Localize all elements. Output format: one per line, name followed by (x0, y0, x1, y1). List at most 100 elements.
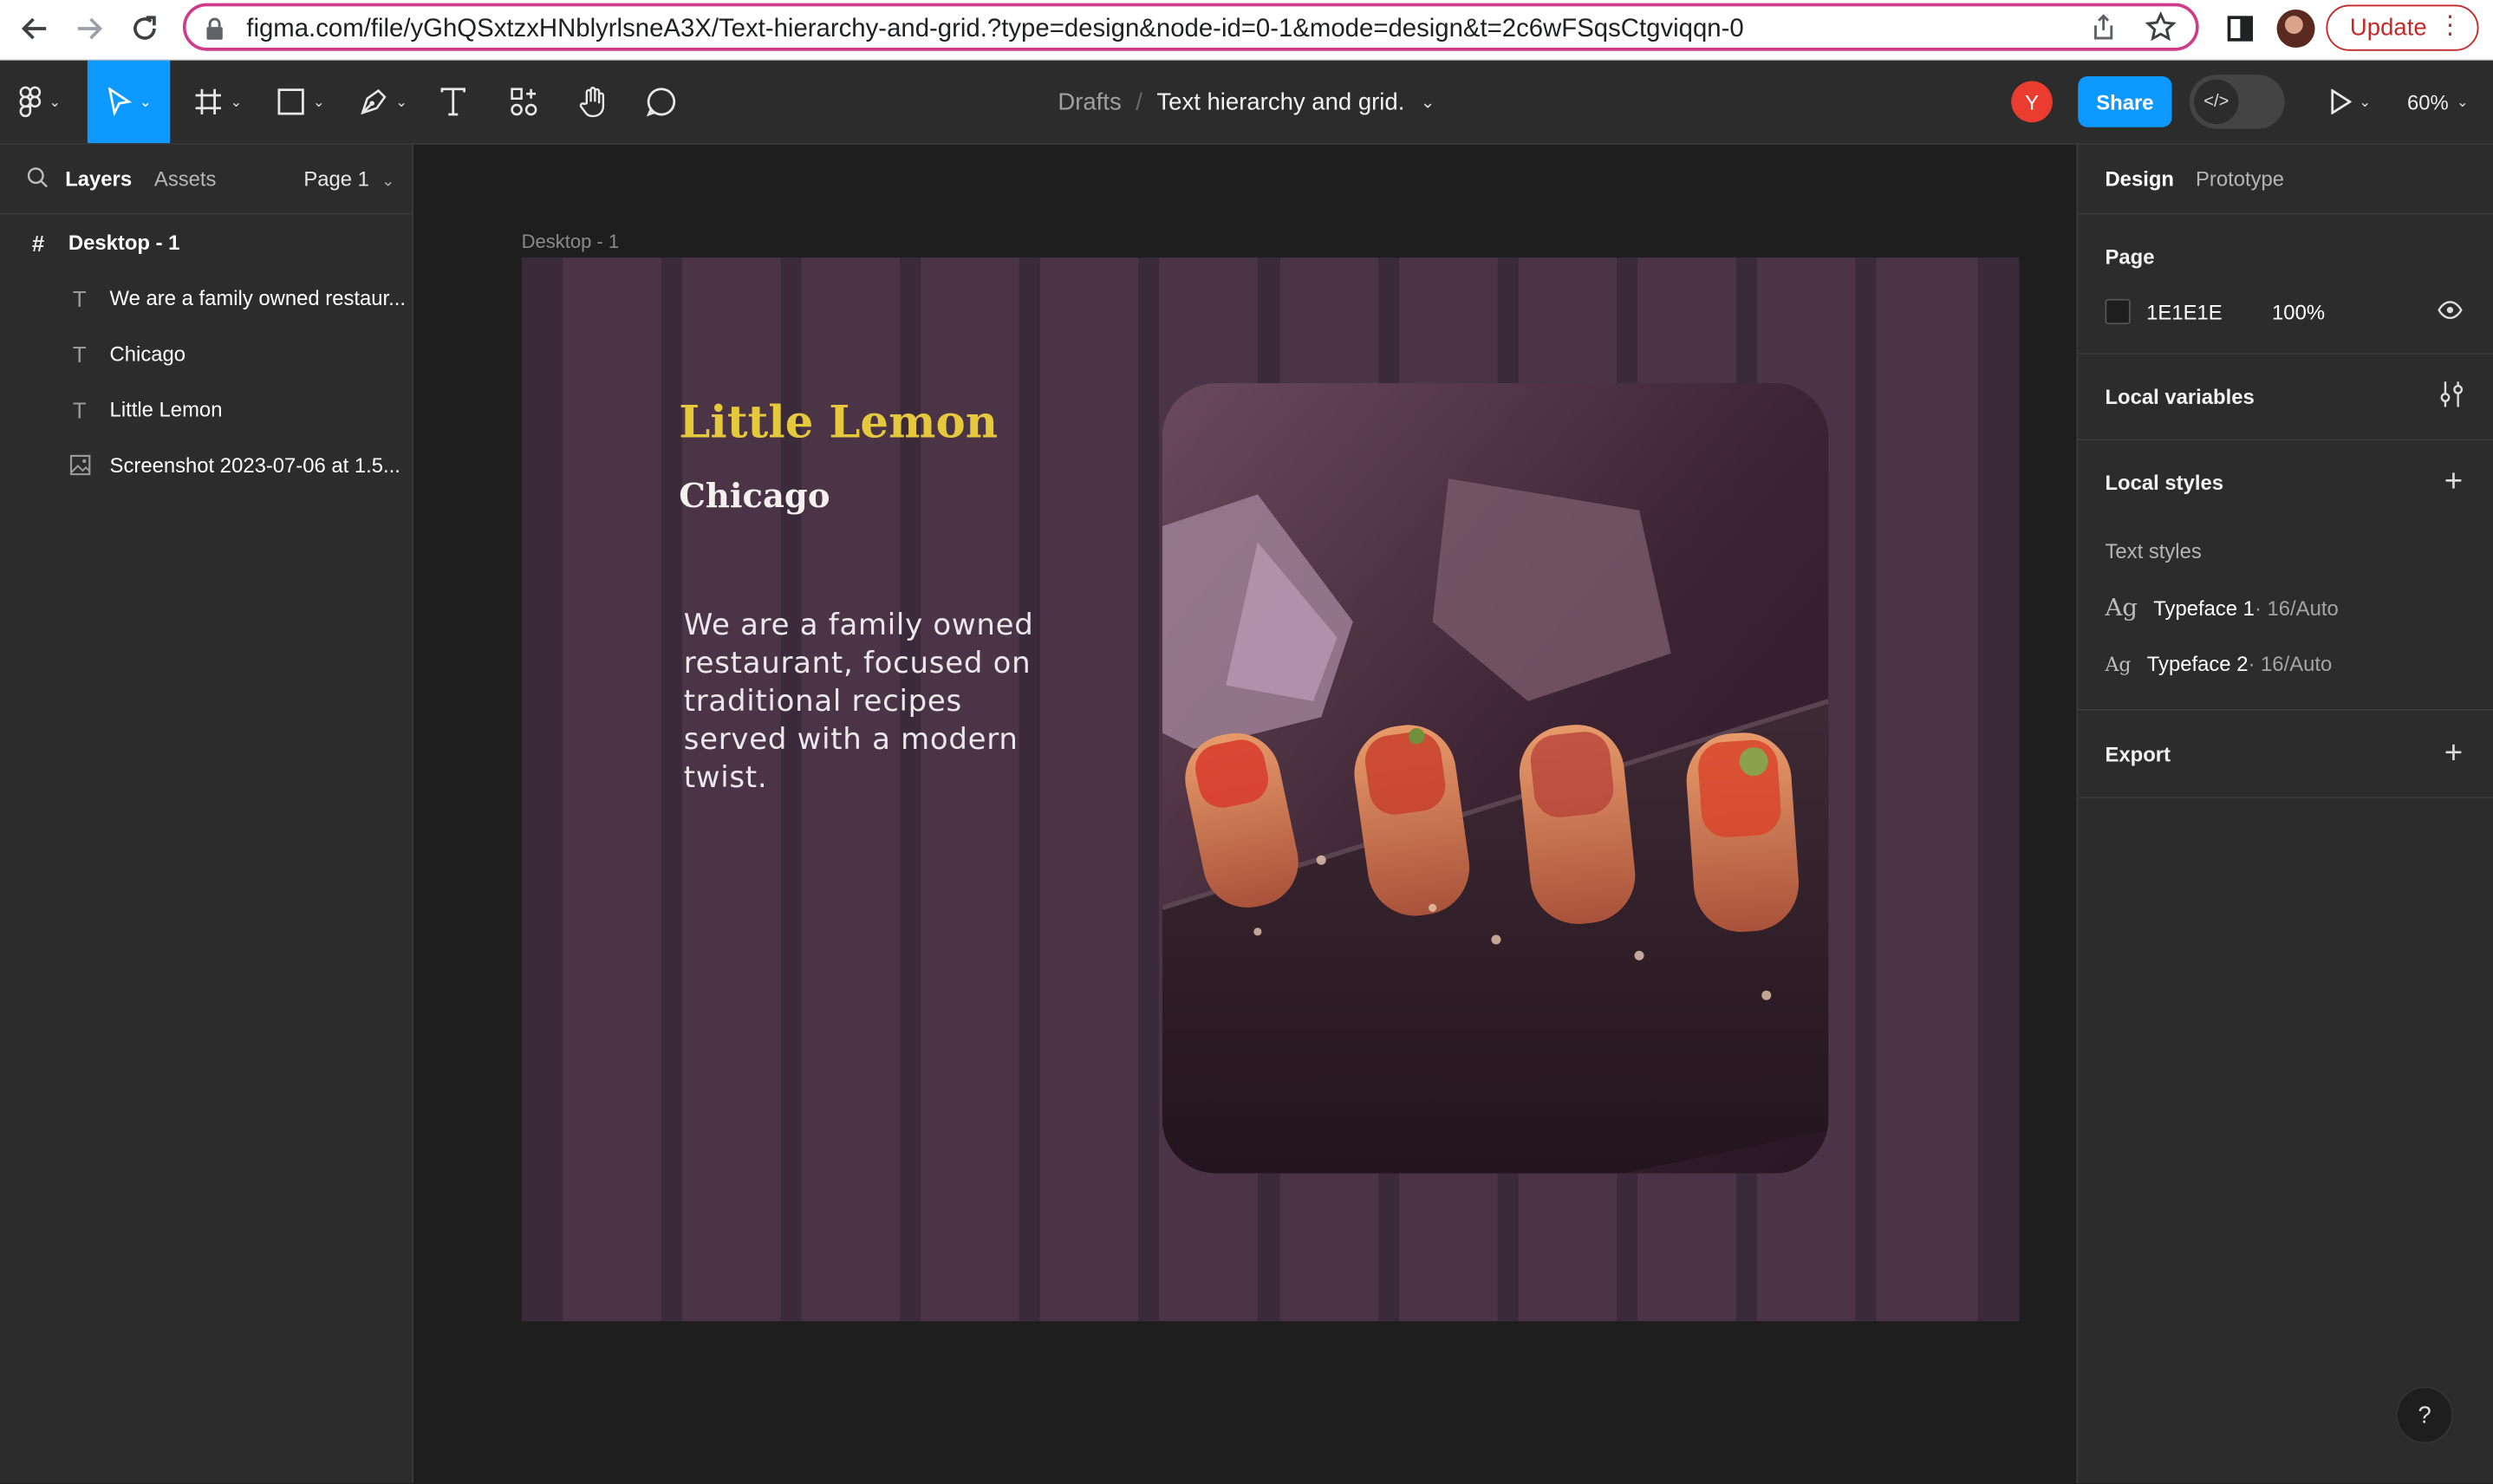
share-page-icon[interactable] (2089, 13, 2118, 47)
update-button[interactable]: Update ⋮ (2326, 4, 2479, 51)
shape-tool-button[interactable]: ⌄ (261, 61, 341, 143)
profile-avatar[interactable] (2276, 10, 2315, 49)
lock-icon (205, 17, 225, 40)
image-layer-icon (68, 454, 91, 477)
share-button[interactable]: Share (2078, 76, 2172, 127)
zoom-level: 60% (2406, 89, 2449, 114)
frame-label[interactable]: Desktop - 1 (522, 231, 620, 253)
tab-prototype[interactable]: Prototype (2196, 167, 2284, 192)
page-color-swatch[interactable] (2105, 298, 2131, 325)
chevron-down-icon: ⌄ (49, 93, 62, 109)
figma-logo-icon (19, 86, 41, 118)
play-icon (2330, 88, 2352, 115)
file-name[interactable]: Text hierarchy and grid. (1156, 88, 1404, 115)
chevron-down-icon: ⌄ (139, 93, 152, 109)
text-layer-icon: T (72, 285, 87, 311)
layout-grid-column (563, 257, 662, 1322)
frame-hash-icon: # (31, 230, 45, 256)
zoom-menu[interactable]: 60% ⌄ (2407, 61, 2469, 143)
tab-assets[interactable]: Assets (154, 167, 217, 192)
text-style-item[interactable]: Ag Typeface 2 · 16/Auto (2105, 652, 2332, 676)
export-heading: Export (2105, 742, 2171, 767)
figma-main-menu[interactable]: ⌄ (0, 61, 80, 143)
layer-label: Chicago (109, 342, 186, 366)
side-panel-icon[interactable] (2226, 15, 2255, 49)
present-button[interactable]: ⌄ (2318, 61, 2381, 143)
description-paragraph[interactable]: We are a family owned restaurant, focuse… (684, 608, 1065, 798)
layers-panel: Layers Assets Page 1 ⌄ # Desktop - 1 T W… (0, 144, 413, 1484)
frame-hash-icon (195, 88, 221, 115)
design-canvas[interactable]: Desktop - 1 Little Lemon Chicago We are … (414, 144, 2075, 1484)
text-t-icon (440, 88, 465, 116)
search-icon[interactable] (27, 167, 48, 192)
pen-tool-button[interactable]: ⌄ (343, 61, 423, 143)
chevron-down-icon: ⌄ (312, 93, 325, 109)
resources-icon (511, 88, 537, 116)
layer-item[interactable]: T We are a family owned restaur... (0, 270, 478, 326)
breadcrumb-separator: / (1136, 88, 1142, 115)
bookmark-star-icon[interactable] (2145, 11, 2177, 48)
subtitle-chicago[interactable]: Chicago (679, 475, 830, 515)
layer-item[interactable]: T Little Lemon (0, 381, 478, 437)
address-bar[interactable]: figma.com/file/yGhQSxtzxHNblyrlsneA3X/Te… (182, 3, 2199, 51)
chevron-down-icon: ⌄ (230, 93, 243, 109)
page-selector[interactable]: Page 1 ⌄ (303, 167, 394, 192)
tab-design[interactable]: Design (2105, 167, 2174, 192)
text-style-meta: · 16/Auto (2254, 596, 2339, 621)
back-arrow-icon[interactable] (13, 8, 57, 49)
eye-icon[interactable] (2438, 299, 2463, 326)
browser-toolbar: figma.com/file/yGhQSxtzxHNblyrlsneA3X/Te… (0, 0, 2493, 61)
breadcrumb-drafts-link[interactable]: Drafts (1058, 88, 1121, 115)
page-section: Page 1E1E1E 100% (2078, 215, 2493, 355)
chevron-down-icon: ⌄ (395, 93, 408, 109)
user-avatar[interactable]: Y (2011, 81, 2053, 123)
figma-toolbar: ⌄ ⌄ ⌄ ⌄ ⌄ Drafts / Text hierarchy and gr… (0, 60, 2493, 145)
variables-settings-icon[interactable] (2440, 380, 2464, 413)
local-variables-heading[interactable]: Local variables (2105, 385, 2254, 409)
text-tool-button[interactable] (426, 61, 480, 143)
page-opacity[interactable]: 100% (2272, 301, 2325, 325)
layer-item[interactable]: Screenshot 2023-07-06 at 1.5... (0, 437, 478, 492)
food-photo-image[interactable] (1162, 383, 1829, 1174)
frame-tool-button[interactable]: ⌄ (178, 61, 257, 143)
chevron-down-icon: ⌄ (381, 172, 395, 192)
add-style-plus-icon[interactable]: + (2444, 465, 2463, 498)
desktop-frame[interactable]: Little Lemon Chicago We are a family own… (521, 257, 2020, 1322)
pen-nib-icon (360, 88, 387, 115)
layer-frame-desktop[interactable]: # Desktop - 1 (0, 215, 437, 270)
text-style-ag-icon: Ag (2105, 653, 2132, 676)
cursor-arrow-icon (107, 87, 132, 116)
reload-icon[interactable] (122, 8, 166, 49)
resources-button[interactable] (496, 61, 553, 143)
page-heading: Page (2105, 244, 2155, 269)
text-layer-icon: T (72, 341, 87, 367)
layer-label: We are a family owned restaur... (109, 286, 407, 310)
eclair-food-illustration (1162, 383, 1829, 1174)
dev-mode-toggle[interactable]: </> (2189, 75, 2285, 129)
text-style-meta: · 16/Auto (2248, 652, 2333, 676)
properties-panel: Design Prototype Page 1E1E1E 100% Local … (2076, 144, 2493, 1484)
hand-tool-button[interactable] (564, 61, 622, 143)
local-variables-section: Local variables (2078, 355, 2493, 441)
move-tool-button[interactable]: ⌄ (87, 60, 171, 144)
layer-item[interactable]: T Chicago (0, 326, 478, 381)
title-little-lemon[interactable]: Little Lemon (679, 396, 998, 449)
layer-label: Little Lemon (109, 397, 223, 422)
page-selector-label: Page 1 (303, 166, 369, 192)
forward-arrow-icon[interactable] (67, 8, 111, 49)
tab-layers[interactable]: Layers (65, 167, 132, 192)
add-export-plus-icon[interactable]: + (2444, 738, 2463, 770)
help-button[interactable]: ? (2396, 1386, 2454, 1444)
update-label: Update (2349, 14, 2427, 42)
chevron-down-icon[interactable]: ⌄ (1421, 91, 1435, 112)
comment-tool-button[interactable] (633, 61, 690, 143)
local-styles-heading: Local styles (2105, 470, 2223, 495)
text-style-item[interactable]: Ag Typeface 1 · 16/Auto (2105, 593, 2338, 622)
page-color-hex[interactable]: 1E1E1E (2146, 301, 2222, 325)
layout-grid-column (1876, 257, 1978, 1322)
chevron-down-icon: ⌄ (2359, 93, 2372, 109)
layer-label: Desktop - 1 (68, 230, 180, 255)
layer-label: Screenshot 2023-07-06 at 1.5... (109, 452, 400, 478)
rectangle-icon (277, 88, 304, 115)
comment-bubble-icon (646, 88, 676, 117)
